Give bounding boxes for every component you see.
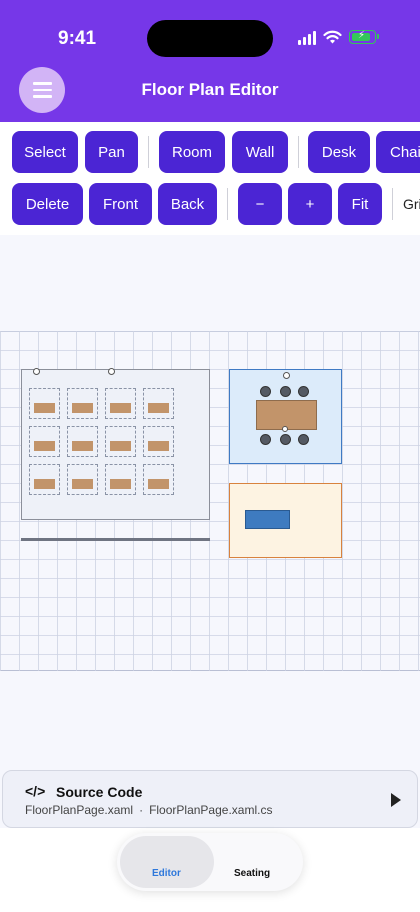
source-file-separator: · bbox=[139, 803, 144, 817]
chair[interactable] bbox=[280, 434, 291, 445]
battery-icon: ⚡ bbox=[349, 30, 379, 44]
status-icons: ⚡ bbox=[298, 29, 379, 45]
lounge-room[interactable] bbox=[229, 483, 342, 558]
chair[interactable] bbox=[280, 386, 291, 397]
fit-button[interactable]: Fit bbox=[338, 183, 382, 225]
desk-item[interactable] bbox=[105, 426, 136, 457]
desk-surface bbox=[72, 479, 93, 489]
desk-item[interactable] bbox=[67, 388, 98, 419]
desk-surface bbox=[148, 403, 169, 413]
grid-toggle-label[interactable]: Gri bbox=[403, 196, 420, 212]
desk-item[interactable] bbox=[67, 464, 98, 495]
desk-item[interactable] bbox=[143, 426, 174, 457]
meeting-room[interactable] bbox=[229, 369, 342, 464]
source-code-bar[interactable]: </> Source Code FloorPlanPage.xaml · Flo… bbox=[2, 770, 418, 828]
desk-surface bbox=[110, 403, 131, 413]
resize-handle[interactable] bbox=[33, 368, 40, 375]
desk-surface bbox=[110, 441, 131, 451]
desk-surface bbox=[148, 479, 169, 489]
room-tool-button[interactable]: Room bbox=[159, 131, 225, 173]
open-office-room[interactable] bbox=[21, 368, 210, 520]
wifi-icon bbox=[323, 30, 342, 45]
toolbar-divider bbox=[148, 136, 149, 168]
bottom-tab-area: Editor Seating bbox=[0, 828, 420, 912]
delete-button[interactable]: Delete bbox=[12, 183, 83, 225]
desk-surface bbox=[34, 403, 55, 413]
resize-handle[interactable] bbox=[282, 426, 288, 432]
toolbar-divider bbox=[298, 136, 299, 168]
chair[interactable] bbox=[298, 386, 309, 397]
tab-bar: Editor Seating bbox=[117, 833, 303, 891]
tab-editor[interactable]: Editor bbox=[152, 868, 181, 879]
source-file-xaml: FloorPlanPage.xaml bbox=[25, 803, 134, 817]
bring-to-front-button[interactable]: Front bbox=[89, 183, 152, 225]
code-icon: </> bbox=[25, 783, 46, 799]
desk-surface bbox=[72, 403, 93, 413]
status-time: 9:41 bbox=[58, 28, 97, 49]
sofa[interactable] bbox=[245, 510, 290, 529]
zoom-in-button[interactable]: + bbox=[288, 183, 332, 225]
play-icon[interactable] bbox=[391, 793, 401, 807]
desk-item[interactable] bbox=[29, 464, 60, 495]
desk-item[interactable] bbox=[29, 388, 60, 419]
desk-item[interactable] bbox=[143, 464, 174, 495]
wall-segment[interactable] bbox=[21, 538, 210, 541]
page-title: Floor Plan Editor bbox=[141, 80, 279, 99]
desk-item[interactable] bbox=[105, 388, 136, 419]
select-tool-button[interactable]: Select bbox=[12, 131, 78, 173]
cellular-signal-icon bbox=[298, 29, 316, 45]
desk-item[interactable] bbox=[67, 426, 98, 457]
desk-surface bbox=[34, 479, 55, 489]
source-code-title: Source Code bbox=[56, 784, 143, 800]
chair[interactable] bbox=[260, 386, 271, 397]
app-screen: 9:41 ⚡ Floor Plan Editor Select Pan Room… bbox=[0, 0, 420, 912]
toolbar-divider bbox=[227, 188, 228, 220]
tab-seating[interactable]: Seating bbox=[234, 868, 270, 879]
pan-tool-button[interactable]: Pan bbox=[85, 131, 138, 173]
zoom-out-button[interactable]: − bbox=[238, 183, 282, 225]
dynamic-island bbox=[147, 20, 273, 57]
desk-surface bbox=[148, 441, 169, 451]
chair-tool-button[interactable]: Chai bbox=[376, 131, 420, 173]
desk-item[interactable] bbox=[105, 464, 136, 495]
desk-item[interactable] bbox=[143, 388, 174, 419]
source-file-cs: FloorPlanPage.xaml.cs bbox=[149, 803, 273, 817]
desk-item[interactable] bbox=[29, 426, 60, 457]
wall-tool-button[interactable]: Wall bbox=[232, 131, 288, 173]
desk-tool-button[interactable]: Desk bbox=[308, 131, 370, 173]
chair[interactable] bbox=[298, 434, 309, 445]
desk-surface bbox=[110, 479, 131, 489]
rotate-handle[interactable] bbox=[283, 372, 290, 379]
toolbar-divider bbox=[392, 188, 393, 220]
resize-handle[interactable] bbox=[108, 368, 115, 375]
send-to-back-button[interactable]: Back bbox=[158, 183, 217, 225]
desk-surface bbox=[72, 441, 93, 451]
app-header: 9:41 ⚡ Floor Plan Editor bbox=[0, 0, 420, 122]
toolbar: Select Pan Room Wall Desk Chai Delete Fr… bbox=[0, 122, 420, 235]
floor-plan-canvas[interactable] bbox=[0, 235, 420, 770]
tab-editor-highlight[interactable] bbox=[120, 836, 214, 888]
desk-surface bbox=[34, 441, 55, 451]
chair[interactable] bbox=[260, 434, 271, 445]
source-files: FloorPlanPage.xaml · FloorPlanPage.xaml.… bbox=[25, 803, 272, 817]
